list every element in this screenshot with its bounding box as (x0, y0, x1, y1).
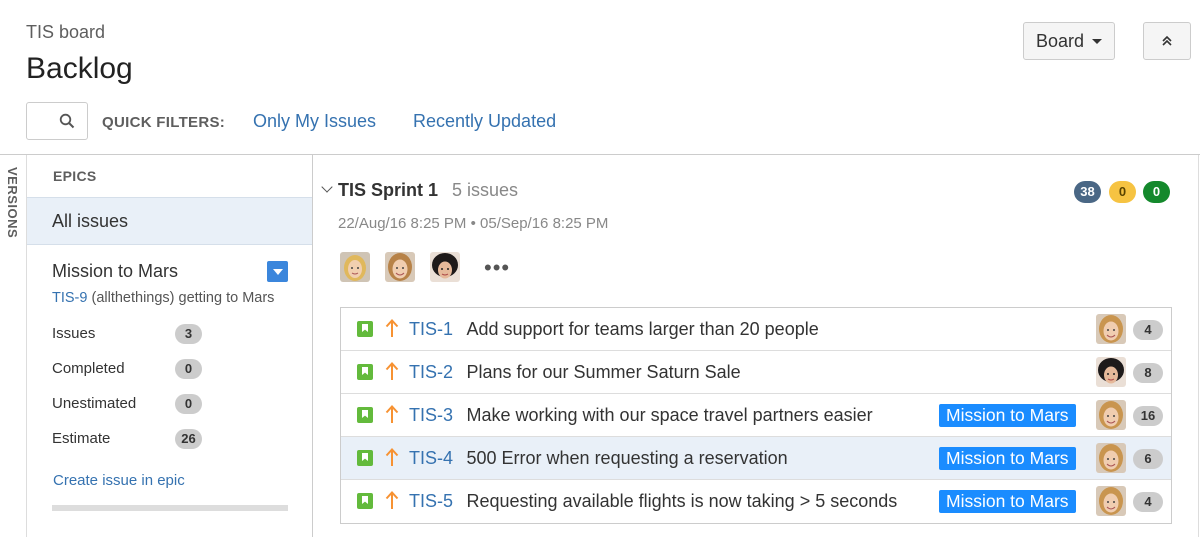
issue-summary: Add support for teams larger than 20 peo… (466, 319, 819, 339)
epic-stat-unestimated-label: Unestimated (52, 395, 137, 412)
assignee-avatar[interactable] (430, 252, 460, 282)
issue-row[interactable]: TIS-2 Plans for our Summer Saturn Sale 8 (341, 351, 1171, 394)
story-icon (357, 493, 373, 509)
epic-item-all-issues[interactable]: All issues (27, 197, 312, 245)
epic-stat-estimate-count: 26 (175, 429, 202, 449)
status-count-done: 0 (1143, 181, 1170, 203)
issue-summary: Make working with our space travel partn… (466, 405, 873, 425)
divider (1198, 155, 1199, 537)
story-points-badge: 4 (1133, 492, 1163, 512)
story-points-badge: 8 (1133, 363, 1163, 383)
issue-key-link[interactable]: TIS-3 (409, 405, 453, 426)
priority-high-arrow-icon (385, 491, 399, 509)
epic-stat-estimate-label: Estimate (52, 430, 111, 447)
assignee-avatar[interactable] (1096, 400, 1126, 430)
priority-high-arrow-icon (385, 405, 399, 423)
assignee-avatar[interactable] (1096, 443, 1126, 473)
assignee-avatar[interactable] (1096, 486, 1126, 516)
epics-title: EPICS (53, 168, 97, 184)
double-chevron-up-icon (1162, 35, 1172, 46)
caret-down-icon (1092, 38, 1103, 44)
versions-label: VERSIONS (5, 167, 20, 239)
user-avatar-icon (1096, 486, 1126, 516)
assignee-avatar[interactable] (385, 252, 415, 282)
story-points-badge: 6 (1133, 449, 1163, 469)
priority-high-arrow-icon (385, 362, 399, 380)
priority-high-arrow-icon (385, 448, 399, 466)
create-issue-in-epic-link[interactable]: Create issue in epic (53, 472, 185, 489)
sprint-dates: 22/Aug/16 8:25 PM • 05/Sep/16 8:25 PM (338, 215, 609, 232)
filter-recently-updated[interactable]: Recently Updated (413, 111, 556, 132)
assignee-avatar[interactable] (1096, 357, 1126, 387)
status-count-todo: 38 (1074, 181, 1101, 203)
epic-lozenge[interactable]: Mission to Mars (939, 490, 1076, 513)
epic-stat-completed-count: 0 (175, 359, 202, 379)
epic-name[interactable]: Mission to Mars (52, 261, 178, 282)
story-icon (357, 407, 373, 423)
quick-filters-label: QUICK FILTERS: (102, 114, 226, 131)
versions-tab[interactable]: VERSIONS (0, 155, 27, 537)
issue-row[interactable]: TIS-5 Requesting available flights is now… (341, 480, 1171, 523)
epic-stat-issues-count: 3 (175, 324, 202, 344)
issue-summary: 500 Error when requesting a reservation (466, 448, 788, 468)
page-title: Backlog (26, 52, 133, 85)
collapse-header-button[interactable] (1143, 22, 1191, 60)
priority-high-arrow-icon (385, 319, 399, 337)
epic-expand-toggle[interactable] (267, 261, 288, 282)
issue-summary: Plans for our Summer Saturn Sale (466, 362, 741, 382)
board-button-label: Board (1035, 30, 1085, 51)
issue-key-link[interactable]: TIS-4 (409, 448, 453, 469)
user-avatar-icon (430, 252, 460, 282)
issue-key-link[interactable]: TIS-1 (409, 319, 453, 340)
user-avatar-icon (1096, 314, 1126, 344)
epics-panel: EPICS All issues Mission to Mars TIS-9 (… (27, 155, 313, 537)
filter-only-my-issues[interactable]: Only My Issues (253, 111, 376, 132)
assignee-avatar[interactable] (1096, 314, 1126, 344)
story-icon (357, 321, 373, 337)
issue-key-link[interactable]: TIS-2 (409, 362, 453, 383)
issue-summary: Requesting available flights is now taki… (466, 491, 898, 511)
epic-lozenge[interactable]: Mission to Mars (939, 447, 1076, 470)
issue-key-link[interactable]: TIS-5 (409, 491, 453, 512)
epic-description: TIS-9 (allthethings) getting to Mars (52, 290, 274, 306)
story-points-badge: 4 (1133, 320, 1163, 340)
search-icon (59, 113, 75, 129)
chevron-down-icon (272, 268, 283, 275)
user-avatar-icon (1096, 443, 1126, 473)
assignee-avatar[interactable] (340, 252, 370, 282)
board-dropdown-button[interactable]: Board (1023, 22, 1115, 60)
epic-lozenge[interactable]: Mission to Mars (939, 404, 1076, 427)
board-name: TIS board (26, 22, 106, 42)
epic-progress-bar (52, 505, 288, 511)
epic-stat-issues-label: Issues (52, 325, 96, 342)
sprint-issue-count: 5 issues (452, 180, 519, 200)
status-count-in-progress: 0 (1109, 181, 1136, 203)
sprint-name: TIS Sprint 1 (338, 180, 439, 200)
epic-key-link[interactable]: TIS-9 (52, 290, 87, 306)
issue-row[interactable]: TIS-3 Make working with our space travel … (341, 394, 1171, 437)
more-assignees-icon[interactable]: ••• (484, 255, 510, 281)
epic-description-text: (allthethings) getting to Mars (91, 290, 275, 306)
issue-row[interactable]: TIS-1 Add support for teams larger than 2… (341, 308, 1171, 351)
story-points-badge: 16 (1133, 406, 1163, 426)
user-avatar-icon (385, 252, 415, 282)
epic-stat-completed-label: Completed (52, 360, 125, 377)
user-avatar-icon (1096, 357, 1126, 387)
issue-row[interactable]: TIS-4 500 Error when requesting a reserva… (341, 437, 1171, 480)
story-icon (357, 450, 373, 466)
epic-stat-unestimated-count: 0 (175, 394, 202, 414)
user-avatar-icon (340, 252, 370, 282)
story-icon (357, 364, 373, 380)
sprint-collapse-chevron-icon[interactable] (321, 181, 333, 193)
sprint-issue-list: TIS-1 Add support for teams larger than 2… (340, 307, 1172, 524)
search-input[interactable] (26, 102, 88, 140)
user-avatar-icon (1096, 400, 1126, 430)
